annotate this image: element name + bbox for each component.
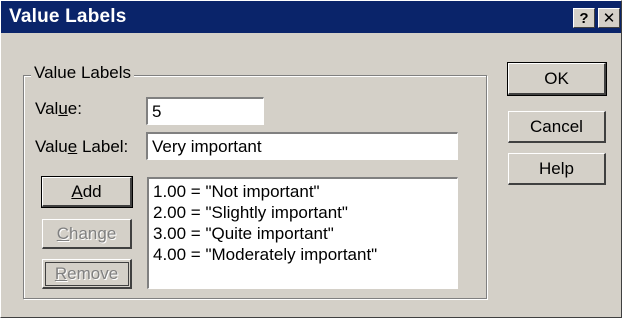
value-label-input[interactable] — [146, 132, 458, 160]
title-bar[interactable]: Value Labels ? ✕ — [1, 1, 621, 33]
list-item[interactable]: 4.00 = "Moderately important" — [153, 244, 453, 265]
close-icon[interactable]: ✕ — [598, 8, 620, 28]
help-button[interactable]: Help — [508, 153, 606, 185]
help-icon[interactable]: ? — [573, 8, 595, 28]
value-labels-dialog: Value Labels ? ✕ Value Labels Value: Val… — [0, 0, 622, 318]
value-label-field-label: Value Label: — [35, 137, 129, 156]
remove-button[interactable]: Remove — [42, 259, 132, 289]
value-input[interactable] — [146, 97, 264, 125]
list-item[interactable]: 3.00 = "Quite important" — [153, 223, 453, 244]
dialog-title: Value Labels — [9, 6, 127, 27]
change-button[interactable]: Change — [42, 219, 132, 249]
list-item[interactable]: 2.00 = "Slightly important" — [153, 202, 453, 223]
list-item[interactable]: 1.00 = "Not important" — [153, 181, 453, 202]
group-legend: Value Labels — [31, 63, 135, 83]
ok-button[interactable]: OK — [507, 62, 607, 96]
value-labels-list[interactable]: 1.00 = "Not important" 2.00 = "Slightly … — [147, 177, 458, 289]
add-button[interactable]: Add — [41, 176, 133, 208]
value-field-label: Value: — [35, 99, 82, 118]
cancel-button[interactable]: Cancel — [508, 111, 606, 143]
